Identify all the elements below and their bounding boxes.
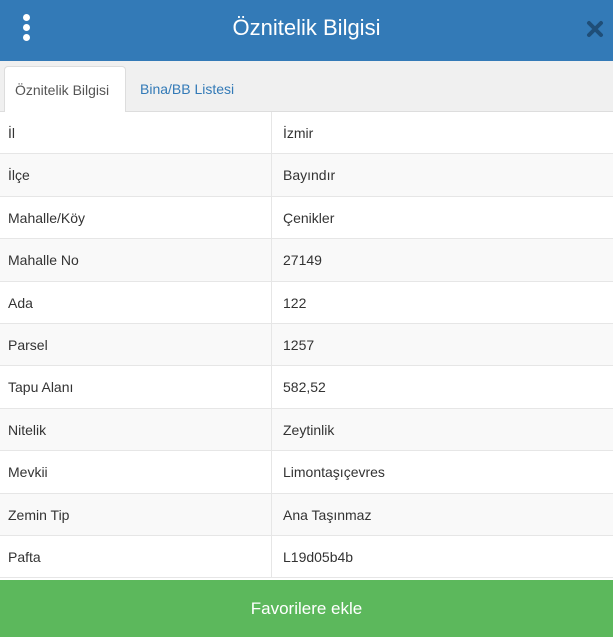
table-row: İlçe Bayındır [0,154,613,197]
attribute-key: Mahalle/Köy [0,196,272,239]
table-row: Tapu Alanı 582,52 [0,366,613,409]
attribute-key: İlçe [0,154,272,196]
attribute-value: 27149 [283,252,322,269]
attribute-key: Nitelik [0,408,272,451]
table-row: Pafta L19d05b4b [0,535,613,579]
tab-bar: Öznitelik Bilgisi Bina/BB Listesi [0,61,613,113]
attribute-value: 582,52 [283,379,326,396]
close-icon[interactable] [584,18,606,40]
attribute-value: Ana Taşınmaz [283,506,372,523]
attribute-value: İzmir [283,125,314,141]
attribute-table: İl İzmir İlçe Bayındır Mahalle/Köy Çenik… [0,112,613,579]
attribute-key: Mevkii [0,451,272,493]
attribute-value: 1257 [283,336,315,353]
attribute-key: Parsel [0,323,272,366]
table-row: Nitelik Zeytinlik [0,408,613,452]
table-row: Mahalle/Köy Çenikler [0,196,613,240]
table-row: İl İzmir [0,112,613,155]
dialog-header: Öznitelik Bilgisi [0,0,613,61]
attribute-key: Pafta [0,535,272,578]
attribute-value: Limontaşıçevres [283,464,385,481]
attribute-value: Zeytinlik [283,421,335,438]
table-row: Zemin Tip Ana Taşınmaz [0,493,613,536]
attribute-value: 122 [283,294,307,311]
attribute-value: L19d05b4b [283,548,354,565]
table-row: Mevkii Limontaşıçevres [0,451,613,494]
table-row: Ada 122 [0,281,613,324]
attribute-key: Mahalle No [0,239,272,281]
table-row: Parsel 1257 [0,323,613,367]
attribute-key: Ada [0,281,272,323]
tab-attribute-info[interactable]: Öznitelik Bilgisi [4,66,126,113]
attribute-value: Çenikler [283,209,335,226]
add-to-favorites-button[interactable]: Favorilere ekle [0,580,613,637]
attribute-value: Bayındır [283,167,336,184]
attribute-key: İl [0,112,272,154]
table-row: Mahalle No 27149 [0,239,613,282]
attribute-key: Zemin Tip [0,493,272,535]
attribute-key: Tapu Alanı [0,366,272,408]
tab-building-list[interactable]: Bina/BB Listesi [130,66,244,113]
dialog-title: Öznitelik Bilgisi [232,15,381,40]
